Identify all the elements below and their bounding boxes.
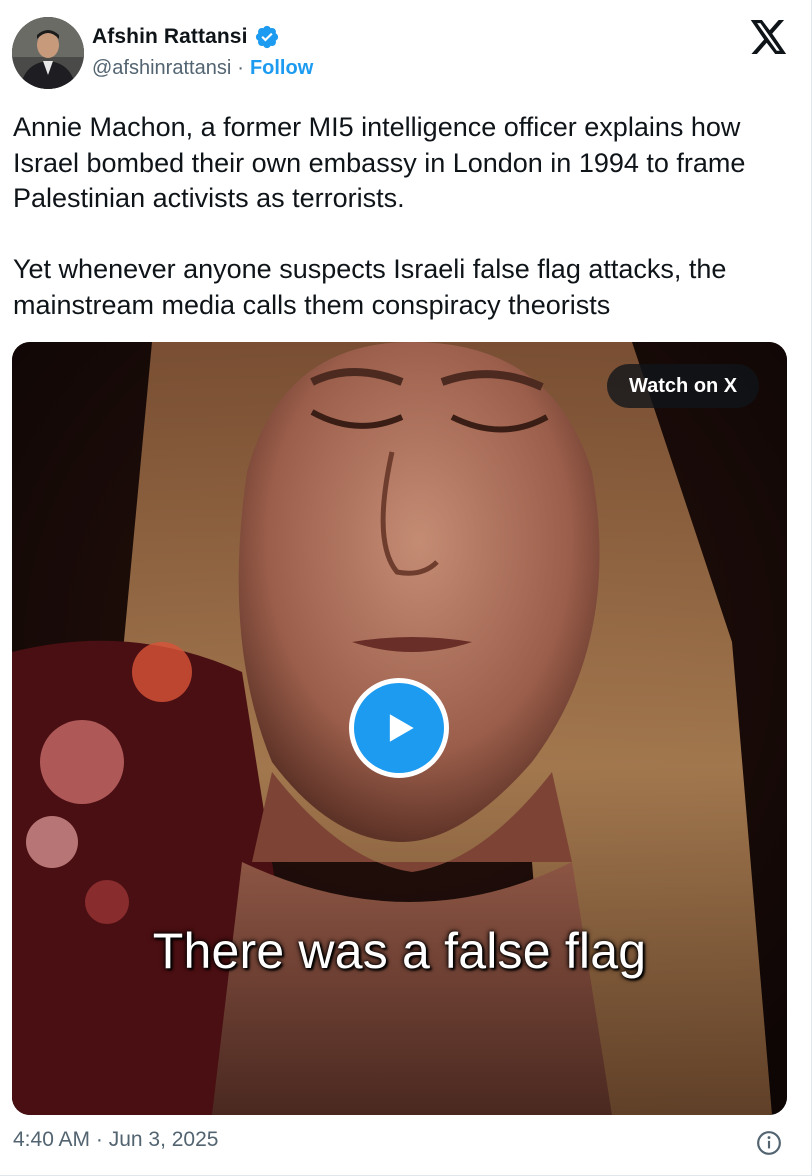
author-handle[interactable]: @afshinrattansi [92,57,231,80]
handle-separator: · [237,57,244,79]
author-name-row: Afshin Rattansi [92,24,280,50]
author-handle-row: @afshinrattansi · Follow [92,57,313,80]
x-logo-icon[interactable] [750,20,788,54]
author-name[interactable]: Afshin Rattansi [92,25,248,49]
tweet-text: Annie Machon, a former MI5 intelligence … [13,112,746,320]
verified-badge-icon [254,24,280,50]
info-icon[interactable] [756,1130,782,1156]
play-icon [389,714,414,742]
video-caption: There was a false flag [152,923,647,979]
watch-on-x-button[interactable]: Watch on X [607,364,760,408]
author-avatar[interactable] [12,17,84,89]
video-player[interactable]: Watch on X There was a false flag [12,342,787,1115]
tweet-timestamp[interactable]: 4:40 AM · Jun 3, 2025 [13,1128,218,1152]
follow-button[interactable]: Follow [250,57,313,80]
tweet-embed-card: Afshin Rattansi @afshinrattansi · Follow… [0,0,812,1176]
play-button[interactable] [349,678,449,778]
